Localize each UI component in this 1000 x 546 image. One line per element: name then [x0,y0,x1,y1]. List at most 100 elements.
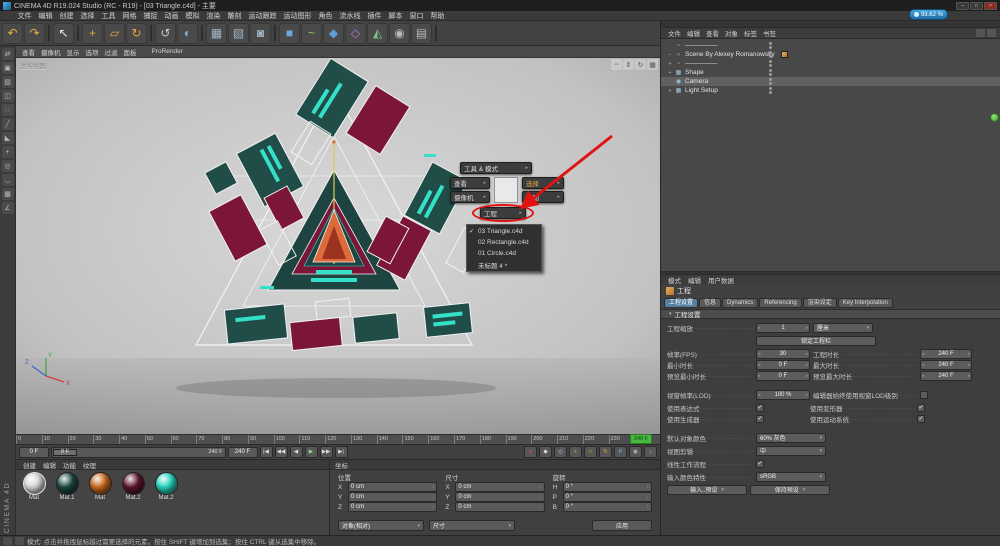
expand-icon[interactable]: + [666,70,674,76]
enable-axis-icon[interactable]: + [2,146,14,158]
toolbar-icon[interactable] [48,25,50,41]
lock-workplane-icon[interactable]: ▩ [2,188,14,200]
popup-tools-mode-item[interactable]: 工具 & 模式 [460,162,532,174]
attribute-menu-item[interactable]: 模式 [665,275,684,285]
green-dot-button[interactable] [990,113,999,122]
viewport-solo-icon[interactable]: ◎ [2,160,14,172]
size-input[interactable]: 0 cm [455,482,544,492]
toggle-views-icon[interactable]: ▦ [647,59,658,70]
expand-icon[interactable]: − [666,52,674,58]
workplane-mode-icon[interactable]: ◫ [2,90,14,102]
visibility-dots[interactable] [769,42,772,49]
apply-button[interactable]: 应用 [592,520,652,531]
object-manager-menu-item[interactable]: 书签 [760,28,779,38]
linear-workflow-checkbox[interactable] [756,460,764,468]
position-input[interactable]: 0 cm [348,492,437,502]
checkbox[interactable] [756,404,764,412]
move-icon[interactable]: + [82,23,103,44]
viewport-menu-item[interactable]: 查看 [19,47,38,57]
object-manager-menu-item[interactable]: 标签 [741,28,760,38]
quantize-icon[interactable]: ∠ [2,202,14,214]
material-item[interactable]: Mat [19,473,49,501]
filter-icon[interactable] [987,29,996,37]
maximize-button[interactable]: □ [970,2,983,10]
undo-icon[interactable]: ↶ [2,23,23,44]
material-item[interactable]: Mat.2 [151,473,181,501]
checkbox[interactable] [917,415,925,423]
visibility-dots[interactable] [769,51,772,58]
last-tool-icon[interactable]: ↺ [155,23,176,44]
material-menu-item[interactable]: 创建 [20,460,39,470]
numeric-input[interactable]: 0 F [756,371,810,381]
attribute-tab[interactable]: Dynamics [722,298,758,308]
close-button[interactable]: × [984,2,997,10]
size-group-title[interactable]: 尺寸 [445,472,544,481]
menu-item[interactable]: 窗口 [406,11,427,21]
position-group-title[interactable]: 位置 [338,472,437,481]
redo-icon[interactable]: ↷ [24,23,45,44]
toolbar-icon[interactable] [201,25,203,41]
scale-icon[interactable]: ▱ [104,23,125,44]
keyframe-selection-button[interactable]: ◇ [554,446,567,458]
menu-item[interactable]: 运动图形 [280,11,315,21]
viewport-menu-item[interactable]: 选项 [83,47,102,57]
pan-view-icon[interactable]: ⇔ [611,59,622,70]
menu-item[interactable]: 帮助 [427,11,448,21]
input-color-profile-dropdown[interactable]: sRGB [756,472,826,482]
zoom-view-icon[interactable]: ⇕ [623,59,634,70]
goto-start-button[interactable]: |◀ [260,446,273,458]
numeric-input[interactable]: 240 F [920,371,972,381]
menu-item[interactable]: 工具 [98,11,119,21]
material-item[interactable]: Mat [85,473,115,501]
attribute-menu-item[interactable]: 编辑 [685,275,704,285]
size-input[interactable]: 0 cm [455,502,544,512]
environment-icon[interactable]: ◭ [367,23,388,44]
attribute-tab[interactable]: 渲染设定 [803,298,837,308]
coordinate-mode-dropdown[interactable]: 对象(相对) [338,520,424,531]
render-view-icon[interactable]: ▦ [206,23,227,44]
object-row[interactable]: − ○ Scene By Alexey Romanowsky [661,50,1000,59]
popup-project-item[interactable]: 工程 [480,207,526,219]
object-row[interactable]: + ▦ Shape [661,68,1000,77]
play-button[interactable]: ▶ [305,446,318,458]
menu-item[interactable]: 创建 [56,11,77,21]
next-frame-button[interactable]: ▶▶ [320,446,333,458]
lock-project-button[interactable]: 锁定工程栏 [756,336,876,346]
object-row[interactable]: + ▦ Light Setup [661,86,1000,95]
goto-end-button[interactable]: ▶| [335,446,348,458]
render-settings-icon[interactable]: ◙ [250,23,271,44]
menu-item[interactable]: 脚本 [385,11,406,21]
end-frame-field[interactable]: 240 F [228,447,258,458]
viewport[interactable]: Y X Z 透视视图 ⇔⇕↻▦ 工具 & 模式 查看 [16,58,660,434]
object-row[interactable]: ◉ Camera [661,77,1000,86]
make-editable-icon[interactable]: ⇄ [2,48,14,60]
attribute-tab[interactable]: 工程设置 [664,298,698,308]
popup-display-item[interactable]: 视图 [522,191,564,203]
object-row[interactable]: + ~ ————— [661,59,1000,68]
profile-preset-button[interactable]: 保持预设 [750,485,830,495]
object-manager-menu-item[interactable]: 对象 [722,28,741,38]
menu-item[interactable]: 编辑 [35,11,56,21]
toolbar-icon[interactable] [274,25,276,41]
popup-submenu-item[interactable]: 01 Circle.c4d [467,248,541,259]
menu-item[interactable]: 渲染 [203,11,224,21]
menu-item[interactable]: 模拟 [182,11,203,21]
toolbar-icon[interactable] [435,25,437,41]
menu-item[interactable]: 运动跟踪 [245,11,280,21]
sound-button[interactable]: ♪ [644,446,657,458]
attribute-tab[interactable]: Referencing [759,298,801,308]
menu-item[interactable]: 插件 [364,11,385,21]
autokeying-button[interactable]: ◆ [539,446,552,458]
record-keyframe-button[interactable]: ● [524,446,537,458]
viewport-menu-item[interactable]: 显示 [64,47,83,57]
menu-item[interactable]: 选择 [77,11,98,21]
polygons-mode-icon[interactable]: ◣ [2,132,14,144]
texture-tag-icon[interactable] [781,51,788,58]
position-input[interactable]: 0 cm [348,482,437,492]
viewport-menu-item[interactable]: 摄像机 [38,47,64,57]
visibility-dots[interactable] [769,60,772,67]
timeline-playhead[interactable]: 240 F [630,434,652,444]
lod-editor-checkbox[interactable] [920,391,928,399]
toolbar-icon[interactable] [77,25,79,41]
add-primitive-icon[interactable]: ■ [279,23,300,44]
